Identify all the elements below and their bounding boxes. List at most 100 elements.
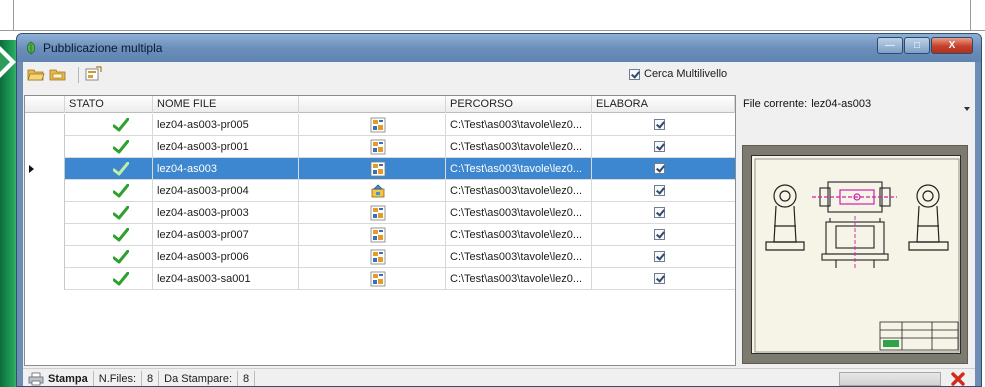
close-button[interactable]: X xyxy=(931,37,973,54)
part-icon xyxy=(370,227,386,243)
assembly-icon xyxy=(371,184,385,198)
table-row[interactable]: lez04-as003-pr001 C:\Test\as003\tavole\le… xyxy=(25,136,735,158)
table-row[interactable]: lez04-as003 C:\Test\as003\tavole\lez0... xyxy=(25,158,735,180)
status-cell xyxy=(65,268,153,290)
elabora-checkbox[interactable] xyxy=(654,251,665,262)
status-cell xyxy=(65,224,153,246)
column-header-elabora[interactable]: ELABORA xyxy=(592,96,735,113)
status-ok-check-icon xyxy=(113,162,129,176)
page-arrow-decoration-inner xyxy=(0,52,10,72)
file-name-cell: lez04-as003 xyxy=(153,158,299,180)
page-guide-mark-right xyxy=(970,0,971,30)
table-row[interactable]: lez04-as003-sa001 C:\Test\as003\tavole\le… xyxy=(25,268,735,290)
minimize-button[interactable]: — xyxy=(877,37,903,54)
row-header[interactable] xyxy=(25,224,65,246)
publish-window: Pubblicazione multipla — □ X Cerca Multi… xyxy=(16,33,982,387)
progress-bar xyxy=(839,372,941,386)
file-name-cell: lez04-as003-pr007 xyxy=(153,224,299,246)
status-ok-check-icon xyxy=(113,206,129,220)
row-header[interactable] xyxy=(25,158,65,180)
file-path-cell: C:\Test\as003\tavole\lez0... xyxy=(446,202,592,224)
page-guide-line xyxy=(0,30,985,31)
title-bar[interactable]: Pubblicazione multipla — □ X xyxy=(17,34,981,62)
printer-icon xyxy=(28,372,44,385)
status-ok-check-icon xyxy=(113,184,129,198)
drawing-sheet xyxy=(751,155,961,354)
folder-icon[interactable] xyxy=(49,66,67,82)
technical-drawing-image xyxy=(754,158,960,353)
multilevel-option[interactable]: Cerca Multilivello xyxy=(629,68,727,80)
file-path-cell: C:\Test\as003\tavole\lez0... xyxy=(446,268,592,290)
table-row[interactable]: lez04-as003-pr003 C:\Test\as003\tavole\le… xyxy=(25,202,735,224)
file-name-cell: lez04-as003-pr001 xyxy=(153,136,299,158)
current-file-label: File corrente: lez04-as003 xyxy=(743,98,871,110)
file-name-cell: lez04-as003-pr004 xyxy=(153,180,299,202)
status-cell xyxy=(65,180,153,202)
stop-icon[interactable] xyxy=(949,370,967,387)
file-name-cell: lez04-as003-sa001 xyxy=(153,268,299,290)
table-row[interactable]: lez04-as003-pr005 C:\Test\as003\tavole\le… xyxy=(25,114,735,136)
multilevel-label: Cerca Multilivello xyxy=(644,68,728,80)
table-row[interactable]: lez04-as003-pr007 C:\Test\as003\tavole\le… xyxy=(25,224,735,246)
elabora-checkbox[interactable] xyxy=(654,185,665,196)
preview-scroll-arrow-icon[interactable] xyxy=(964,107,970,111)
elabora-checkbox[interactable] xyxy=(654,119,665,130)
row-header[interactable] xyxy=(25,268,65,290)
row-header[interactable] xyxy=(25,180,65,202)
maximize-button[interactable]: □ xyxy=(904,37,930,54)
row-header[interactable] xyxy=(25,202,65,224)
status-cell xyxy=(65,202,153,224)
current-file-name: lez04-as003 xyxy=(811,98,872,110)
window-client-area: Cerca Multilivello STATO NOME FILE PERCO… xyxy=(23,62,975,387)
elabora-checkbox[interactable] xyxy=(654,163,665,174)
status-ok-check-icon xyxy=(113,228,129,242)
status-ok-check-icon xyxy=(113,118,129,132)
current-file-caption: File corrente: xyxy=(743,98,808,110)
part-icon xyxy=(370,271,386,287)
file-path-cell: C:\Test\as003\tavole\lez0... xyxy=(446,246,592,268)
table-row[interactable]: lez04-as003-pr006 C:\Test\as003\tavole\le… xyxy=(25,246,735,268)
row-header[interactable] xyxy=(25,114,65,136)
status-ok-check-icon xyxy=(113,272,129,286)
column-header-type[interactable] xyxy=(299,96,446,113)
table-row[interactable]: lez04-as003-pr004 C:\Test\as003\tavole\le… xyxy=(25,180,735,202)
publish-icon[interactable] xyxy=(84,66,102,82)
current-row-pointer-icon xyxy=(29,165,34,173)
status-cell xyxy=(65,114,153,136)
file-path-cell: C:\Test\as003\tavole\lez0... xyxy=(446,180,592,202)
file-name-cell: lez04-as003-pr005 xyxy=(153,114,299,136)
status-bar: Stampa N.Files: 8 Da Stampare: 8 xyxy=(23,368,975,387)
elabora-checkbox[interactable] xyxy=(654,273,665,284)
window-title: Pubblicazione multipla xyxy=(43,41,163,55)
row-header-column xyxy=(25,96,65,113)
toolbar-separator xyxy=(78,67,79,83)
column-header-percorso[interactable]: PERCORSO xyxy=(446,96,592,113)
open-folder-icon[interactable] xyxy=(27,66,45,82)
print-button[interactable]: Stampa xyxy=(23,370,94,386)
part-icon xyxy=(370,249,386,265)
file-name-cell: lez04-as003-pr006 xyxy=(153,246,299,268)
to-print-label: Da Stampare: xyxy=(159,370,239,386)
status-ok-check-icon xyxy=(113,140,129,154)
status-cell xyxy=(65,136,153,158)
part-icon xyxy=(370,139,386,155)
file-path-cell: C:\Test\as003\tavole\lez0... xyxy=(446,158,592,180)
file-path-cell: C:\Test\as003\tavole\lez0... xyxy=(446,136,592,158)
app-leaf-icon xyxy=(26,41,36,55)
toolbar: Cerca Multilivello xyxy=(23,62,975,88)
elabora-checkbox[interactable] xyxy=(654,229,665,240)
column-header-nome-file[interactable]: NOME FILE xyxy=(153,96,299,113)
elabora-checkbox[interactable] xyxy=(654,141,665,152)
grid-header: STATO NOME FILE PERCORSO ELABORA xyxy=(25,96,735,113)
elabora-checkbox[interactable] xyxy=(654,207,665,218)
row-header[interactable] xyxy=(25,136,65,158)
part-icon xyxy=(370,161,386,177)
multilevel-checkbox[interactable] xyxy=(629,68,640,80)
nfiles-value: 8 xyxy=(142,370,160,386)
column-header-stato[interactable]: STATO xyxy=(65,96,153,113)
page-guide-mark-left xyxy=(13,0,14,30)
drawing-preview xyxy=(742,145,968,364)
status-ok-check-icon xyxy=(113,250,129,264)
part-icon xyxy=(370,205,386,221)
row-header[interactable] xyxy=(25,246,65,268)
